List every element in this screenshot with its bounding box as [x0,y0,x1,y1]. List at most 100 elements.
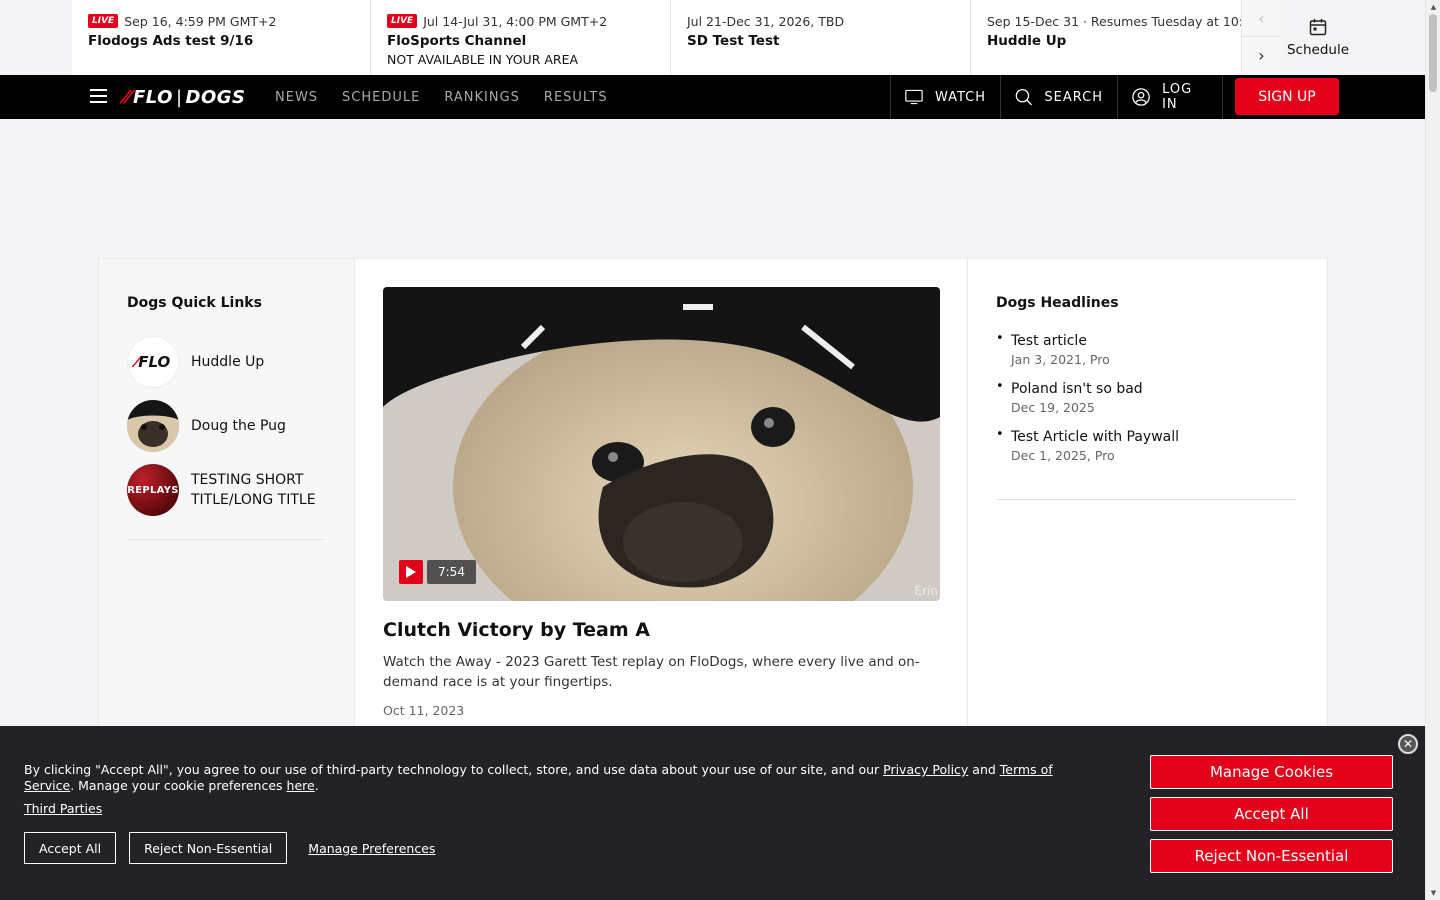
search-icon [1015,88,1033,106]
close-icon[interactable]: ✕ [1398,734,1418,754]
headlines-panel: Dogs Headlines Test article Jan 3, 2021,… [968,259,1327,757]
accept-all-primary-button[interactable]: Accept All [1150,797,1393,831]
image-credit: Erin [914,584,938,598]
quick-link-label: Doug the Pug [191,418,286,434]
headline-item[interactable]: Test Article with Paywall Dec 1, 2025, P… [996,427,1296,463]
accept-all-button[interactable]: Accept All [24,832,117,864]
divider [127,539,326,540]
quick-link-item[interactable]: ⁄FLO Huddle Up [127,336,264,388]
event-card[interactable]: LIVE Sep 16, 4:59 PM GMT+2 Flodogs Ads t… [72,0,371,75]
cookie-text-part: . Manage your cookie preferences [70,778,287,793]
event-title: SD Test Test [687,33,780,49]
calendar-icon [1309,18,1327,35]
search-label: SEARCH [1044,89,1103,105]
third-parties-link[interactable]: Third Parties [24,801,102,816]
event-date: Jul 14-Jul 31, 4:00 PM GMT+2 [423,13,608,29]
nav-link-news[interactable]: NEWS [275,90,318,105]
quick-link-label: TESTING SHORT TITLE/LONG TITLE [191,472,316,508]
login-button[interactable]: LOG IN [1117,75,1223,119]
video-duration: 7:54 [427,560,476,584]
flo-mark-icon: ⁄⁄ [124,86,132,108]
event-date: Sep 16, 4:59 PM GMT+2 [124,13,277,29]
event-meta: LIVE Jul 14-Jul 31, 4:00 PM GMT+2 [387,12,654,30]
nav-link-schedule[interactable]: SCHEDULE [342,90,420,105]
here-link[interactable]: here [287,778,315,793]
quick-links-panel: Dogs Quick Links ⁄FLO Huddle Up Doug the… [99,259,355,757]
quick-link-item[interactable]: Doug the Pug [127,400,286,452]
replays-badge-icon: REPLAYS [127,464,179,516]
manage-cookies-button[interactable]: Manage Cookies [1150,755,1393,789]
page-scrollbar[interactable]: ▲ ▼ [1425,0,1440,900]
headlines-heading: Dogs Headlines [996,295,1119,311]
event-card[interactable]: Sep 15-Dec 31 · Resumes Tuesday at 10:30… [971,0,1241,75]
privacy-policy-link[interactable]: Privacy Policy [883,762,968,777]
headline-title: Poland isn't so bad [1011,381,1143,397]
main-content: Dogs Quick Links ⁄FLO Huddle Up Doug the… [98,258,1328,758]
cookie-text-part: . [314,778,319,793]
headline-item[interactable]: Test article Jan 3, 2021, Pro [996,331,1296,367]
chevron-right-icon[interactable]: › [1242,37,1281,74]
headline-meta: Jan 3, 2021, Pro [1011,352,1110,367]
cookie-text-part: By clicking "Accept All", you agree to o… [24,762,884,777]
logo-dogs-text: DOGS [185,86,246,108]
sign-up-button[interactable]: SIGN UP [1235,78,1339,115]
event-strip-gutter [0,0,72,75]
event-card[interactable]: Jul 21-Dec 31, 2026, TBD SD Test Test [671,0,971,75]
play-icon[interactable] [399,560,423,584]
event-meta: Jul 21-Dec 31, 2026, TBD [687,12,954,30]
nav-link-results[interactable]: RESULTS [544,90,608,105]
cookie-actions: Accept All Reject Non-Essential Manage P… [24,832,435,864]
event-date: Jul 21-Dec 31, 2026, TBD [687,13,845,29]
featured-video-panel: 7:54 Erin Clutch Victory by Team A Watch… [355,259,968,757]
cookie-notice-text: By clicking "Accept All", you agree to o… [24,762,1094,794]
event-date: Sep 15-Dec 31 · Resumes Tuesday at 10:30… [987,13,1241,29]
tv-icon [905,89,923,105]
reject-non-essential-primary-button[interactable]: Reject Non-Essential [1150,839,1393,873]
login-label: LOG IN [1162,82,1193,112]
event-card[interactable]: LIVE Jul 14-Jul 31, 4:00 PM GMT+2 FloSpo… [371,0,671,75]
live-badge: LIVE [387,14,418,28]
event-meta: LIVE Sep 16, 4:59 PM GMT+2 [88,12,354,30]
nav-actions: WATCH SEARCH LOG IN [890,75,1223,119]
event-title: Flodogs Ads test 9/16 [88,33,254,49]
event-title: Huddle Up [987,33,1067,49]
video-thumbnail[interactable]: 7:54 Erin [383,287,940,601]
logo-separator: | [175,86,183,108]
headline-title: Test article [1011,333,1087,349]
quick-links-heading: Dogs Quick Links [127,295,262,311]
scrollbar-thumb[interactable] [1429,14,1437,92]
scroll-down-icon[interactable]: ▼ [1426,886,1440,900]
scroll-up-icon[interactable]: ▲ [1426,0,1440,14]
schedule-button[interactable]: Schedule [1282,0,1354,75]
headlines-list: Test article Jan 3, 2021, Pro Poland isn… [996,331,1296,475]
search-button[interactable]: SEARCH [1000,75,1117,119]
schedule-label: Schedule [1286,41,1350,58]
article-description: Watch the Away - 2023 Garett Test replay… [383,654,920,690]
user-icon [1132,88,1150,106]
hamburger-menu-icon[interactable] [90,89,107,103]
logo-flo-text: FLO [133,86,173,108]
article-date: Oct 11, 2023 [383,703,465,718]
flo-logo-icon: ⁄FLO [127,336,179,388]
replays-badge-text: REPLAYS [127,484,179,496]
quick-link-item[interactable]: REPLAYS TESTING SHORT TITLE/LONG TITLE [127,464,331,516]
watch-label: WATCH [934,89,986,105]
article-title[interactable]: Clutch Victory by Team A [383,619,650,641]
main-navbar: ⁄⁄ FLO | DOGS NEWS SCHEDULE RANKINGS RES… [0,75,1425,119]
headline-item[interactable]: Poland isn't so bad Dec 19, 2025 [996,379,1296,415]
nav-link-rankings[interactable]: RANKINGS [444,90,520,105]
chevron-left-icon[interactable]: ‹ [1242,0,1281,37]
reject-non-essential-button[interactable]: Reject Non-Essential [129,832,288,864]
pug-avatar-icon [127,400,179,452]
event-availability: NOT AVAILABLE IN YOUR AREA [387,52,579,67]
live-badge: LIVE [88,14,119,28]
event-title: FloSports Channel [387,33,527,49]
divider [996,499,1296,500]
watch-button[interactable]: WATCH [890,75,1000,119]
pug-image [383,287,940,601]
manage-preferences-link[interactable]: Manage Preferences [308,841,435,856]
flo-logo-text: FLO [138,353,171,371]
headline-meta: Dec 19, 2025 [1011,400,1095,415]
flodogs-logo[interactable]: ⁄⁄ FLO | DOGS [124,85,246,109]
event-meta: Sep 15-Dec 31 · Resumes Tuesday at 10:30… [987,12,1241,30]
